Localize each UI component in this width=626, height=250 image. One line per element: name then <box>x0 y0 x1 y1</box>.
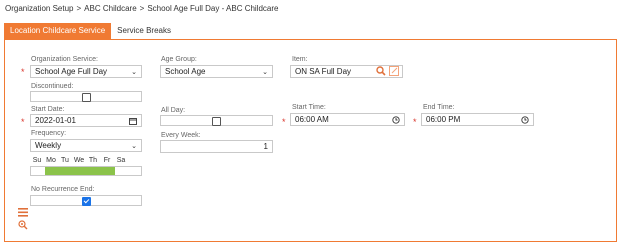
item-value: ON SA Full Day <box>295 67 352 76</box>
all-day-container <box>160 115 273 126</box>
clock-icon[interactable] <box>521 116 529 124</box>
end-time-input[interactable]: 06:00 PM <box>421 113 534 126</box>
weekday-label: Sa <box>116 157 126 164</box>
frequency-label: Frequency: <box>31 130 67 137</box>
tab-service-breaks[interactable]: Service Breaks <box>111 23 177 39</box>
age-group-select[interactable]: School Age ⌄ <box>160 65 273 78</box>
frequency-select[interactable]: Weekly ⌄ <box>30 139 142 152</box>
day-toggle-th[interactable] <box>87 167 101 175</box>
start-date-input[interactable]: 2022-01-01 <box>30 114 142 127</box>
breadcrumb-item-current: School Age Full Day - ABC Childcare <box>147 4 279 13</box>
weekday-label: Fr <box>103 157 111 164</box>
day-toggle-sa[interactable] <box>115 167 129 175</box>
day-toggle-mo[interactable] <box>45 167 59 175</box>
chevron-down-icon: ⌄ <box>262 69 268 76</box>
breadcrumb-item-organization-setup[interactable]: Organization Setup <box>5 4 74 13</box>
every-week-value: 1 <box>263 142 268 151</box>
every-week-label: Every Week: <box>161 132 201 139</box>
chevron-down-icon: ⌄ <box>131 69 137 76</box>
weekday-labels: Su Mo Tu We Th Fr Sa <box>30 157 128 164</box>
item-field[interactable]: ON SA Full Day <box>290 65 403 78</box>
clock-icon[interactable] <box>392 116 400 124</box>
org-service-select[interactable]: School Age Full Day ⌄ <box>30 65 142 78</box>
weekday-label: Tu <box>61 157 69 164</box>
weekday-label: Su <box>32 157 42 164</box>
breadcrumb: Organization Setup > ABC Childcare > School … <box>5 4 278 13</box>
chevron-down-icon: ⌄ <box>131 143 137 150</box>
day-toggle-we[interactable] <box>73 167 87 175</box>
item-label: Item: <box>292 56 308 63</box>
menu-icon[interactable] <box>18 208 28 217</box>
weekday-label: Mo <box>46 157 56 164</box>
end-time-value: 06:00 PM <box>426 115 461 124</box>
settings-search-icon[interactable] <box>18 220 28 230</box>
required-marker: * <box>282 117 286 127</box>
all-day-checkbox[interactable] <box>212 117 221 126</box>
start-time-input[interactable]: 06:00 AM <box>290 113 405 126</box>
org-service-label: Organization Service: <box>31 56 98 63</box>
tab-location-childcare-service[interactable]: Location Childcare Service <box>4 23 112 39</box>
required-marker: * <box>413 117 417 127</box>
discontinued-label: Discontinued: <box>31 83 74 90</box>
no-recurrence-end-container <box>30 195 142 206</box>
org-service-value: School Age Full Day <box>35 67 108 76</box>
start-time-value: 06:00 AM <box>295 115 329 124</box>
weekday-label: We <box>73 157 85 164</box>
age-group-label: Age Group: <box>161 56 197 63</box>
start-time-label: Start Time: <box>292 104 326 111</box>
discontinued-checkbox[interactable] <box>82 93 91 102</box>
tab-bar: Location Childcare Service Service Break… <box>4 23 177 39</box>
no-recurrence-end-checkbox[interactable] <box>82 197 91 206</box>
all-day-label: All Day: <box>161 107 186 114</box>
weekday-selector <box>30 166 142 176</box>
day-toggle-su[interactable] <box>31 167 45 175</box>
start-date-value: 2022-01-01 <box>35 116 76 125</box>
frequency-value: Weekly <box>35 141 62 150</box>
required-marker: * <box>21 117 25 127</box>
day-toggle-fr[interactable] <box>101 167 115 175</box>
calendar-icon[interactable] <box>129 117 137 125</box>
start-date-label: Start Date: <box>31 106 65 113</box>
required-marker: * <box>21 67 25 77</box>
weekday-label: Th <box>88 157 98 164</box>
every-week-input[interactable]: 1 <box>160 140 273 153</box>
no-recurrence-end-label: No Recurrence End: <box>31 186 95 193</box>
search-icon[interactable] <box>376 66 386 76</box>
breadcrumb-separator: > <box>76 4 82 13</box>
age-group-value: School Age <box>165 67 206 76</box>
day-toggle-tu[interactable] <box>59 167 73 175</box>
end-time-label: End Time: <box>423 104 455 111</box>
discontinued-container <box>30 91 142 102</box>
breadcrumb-item-abc-childcare[interactable]: ABC Childcare <box>84 4 136 13</box>
edit-icon[interactable] <box>389 66 399 76</box>
breadcrumb-separator: > <box>139 4 145 13</box>
service-form-panel: Organization Service: * School Age Full … <box>4 39 617 242</box>
